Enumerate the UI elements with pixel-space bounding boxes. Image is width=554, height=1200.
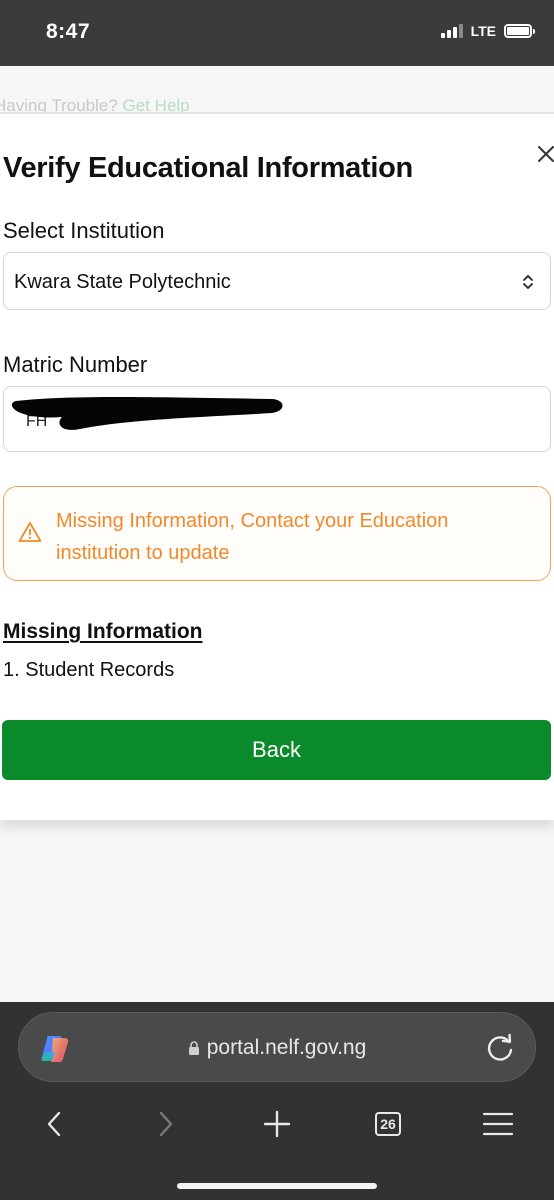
institution-label: Select Institution (3, 218, 165, 243)
matric-label: Matric Number (3, 352, 148, 377)
home-indicator[interactable] (177, 1183, 377, 1189)
tabs-icon[interactable]: 26 (366, 1102, 410, 1146)
reload-icon[interactable] (485, 1033, 515, 1063)
status-bar: 8:47 LTE (0, 0, 554, 66)
back-arrow-icon[interactable] (32, 1102, 76, 1146)
matric-number-input[interactable]: FH (3, 386, 551, 452)
signal-icon (440, 24, 463, 38)
browser-toolbar: portal.nelf.gov.ng 26 (0, 1002, 554, 1200)
new-tab-icon[interactable] (255, 1102, 299, 1146)
back-button[interactable]: Back (2, 720, 551, 780)
lock-icon (188, 1041, 199, 1055)
url-text: portal.nelf.gov.ng (206, 1036, 367, 1059)
missing-info-heading: Missing Information (3, 620, 203, 643)
battery-icon (504, 24, 535, 38)
status-time: 8:47 (46, 20, 91, 43)
institution-select-value: Kwara State Polytechnic (14, 271, 231, 293)
missing-info-alert: Missing Information, Contact your Educat… (3, 486, 551, 581)
address-bar[interactable]: portal.nelf.gov.ng (18, 1012, 536, 1082)
status-indicators: LTE (440, 23, 535, 39)
close-icon[interactable] (536, 144, 554, 164)
forward-arrow-icon[interactable] (144, 1102, 188, 1146)
verify-modal: Verify Educational Information Select In… (0, 112, 554, 820)
alert-message: Missing Information, Contact your Educat… (56, 510, 449, 564)
web-page: Having Trouble? Get Help Verify Educatio… (0, 66, 554, 1002)
redaction-mark (11, 397, 283, 430)
chevron-up-down-icon (523, 275, 533, 289)
network-type: LTE (470, 23, 496, 39)
list-item: 1. Student Records (3, 659, 175, 681)
url-display[interactable]: portal.nelf.gov.ng (19, 1036, 535, 1060)
modal-title: Verify Educational Information (3, 152, 413, 184)
tab-count: 26 (375, 1112, 401, 1136)
institution-select[interactable]: Kwara State Polytechnic (3, 252, 551, 310)
warning-icon (18, 522, 42, 542)
menu-icon[interactable] (476, 1102, 520, 1146)
